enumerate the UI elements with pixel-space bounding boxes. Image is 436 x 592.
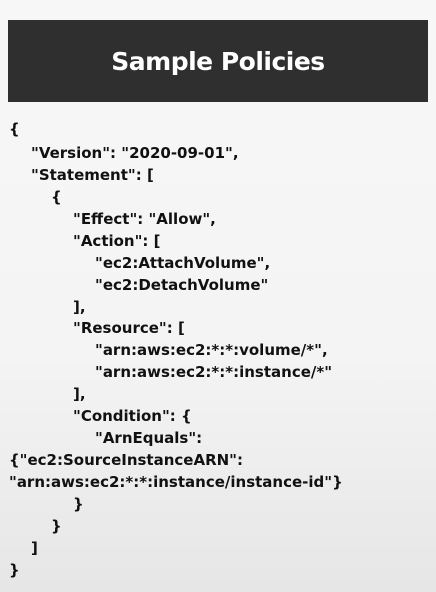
code-line: "Condition": { bbox=[73, 407, 192, 425]
code-line: { bbox=[9, 120, 20, 138]
code-line: "Statement": [ bbox=[31, 166, 154, 184]
code-line: "arn:aws:ec2:*:*:instance/*" bbox=[95, 363, 333, 381]
code-line: ], bbox=[73, 298, 86, 316]
code-line: } bbox=[51, 517, 62, 535]
code-line: "Resource": [ bbox=[73, 319, 185, 337]
code-line: "arn:aws:ec2:*:*:instance/instance-id"} bbox=[9, 473, 343, 491]
code-line: "ArnEquals": bbox=[95, 429, 203, 447]
code-line: "Effect": "Allow", bbox=[73, 210, 216, 228]
code-line: } bbox=[73, 495, 84, 513]
code-line: ] bbox=[31, 539, 38, 557]
code-line: } bbox=[9, 561, 20, 579]
code-line: "Version": "2020-09-01", bbox=[31, 144, 239, 162]
code-line: ], bbox=[73, 385, 86, 403]
code-line: { bbox=[51, 188, 62, 206]
code-line: {"ec2:SourceInstanceARN": bbox=[9, 451, 243, 469]
title-banner: Sample Policies bbox=[8, 20, 428, 102]
code-line: "ec2:DetachVolume" bbox=[95, 276, 269, 294]
code-line: "Action": [ bbox=[73, 232, 161, 250]
slide-title: Sample Policies bbox=[111, 46, 325, 76]
slide: Sample Policies { "Version": "2020-09-01… bbox=[0, 0, 436, 592]
code-line: "ec2:AttachVolume", bbox=[95, 254, 271, 272]
code-line: "arn:aws:ec2:*:*:volume/*", bbox=[95, 341, 328, 359]
